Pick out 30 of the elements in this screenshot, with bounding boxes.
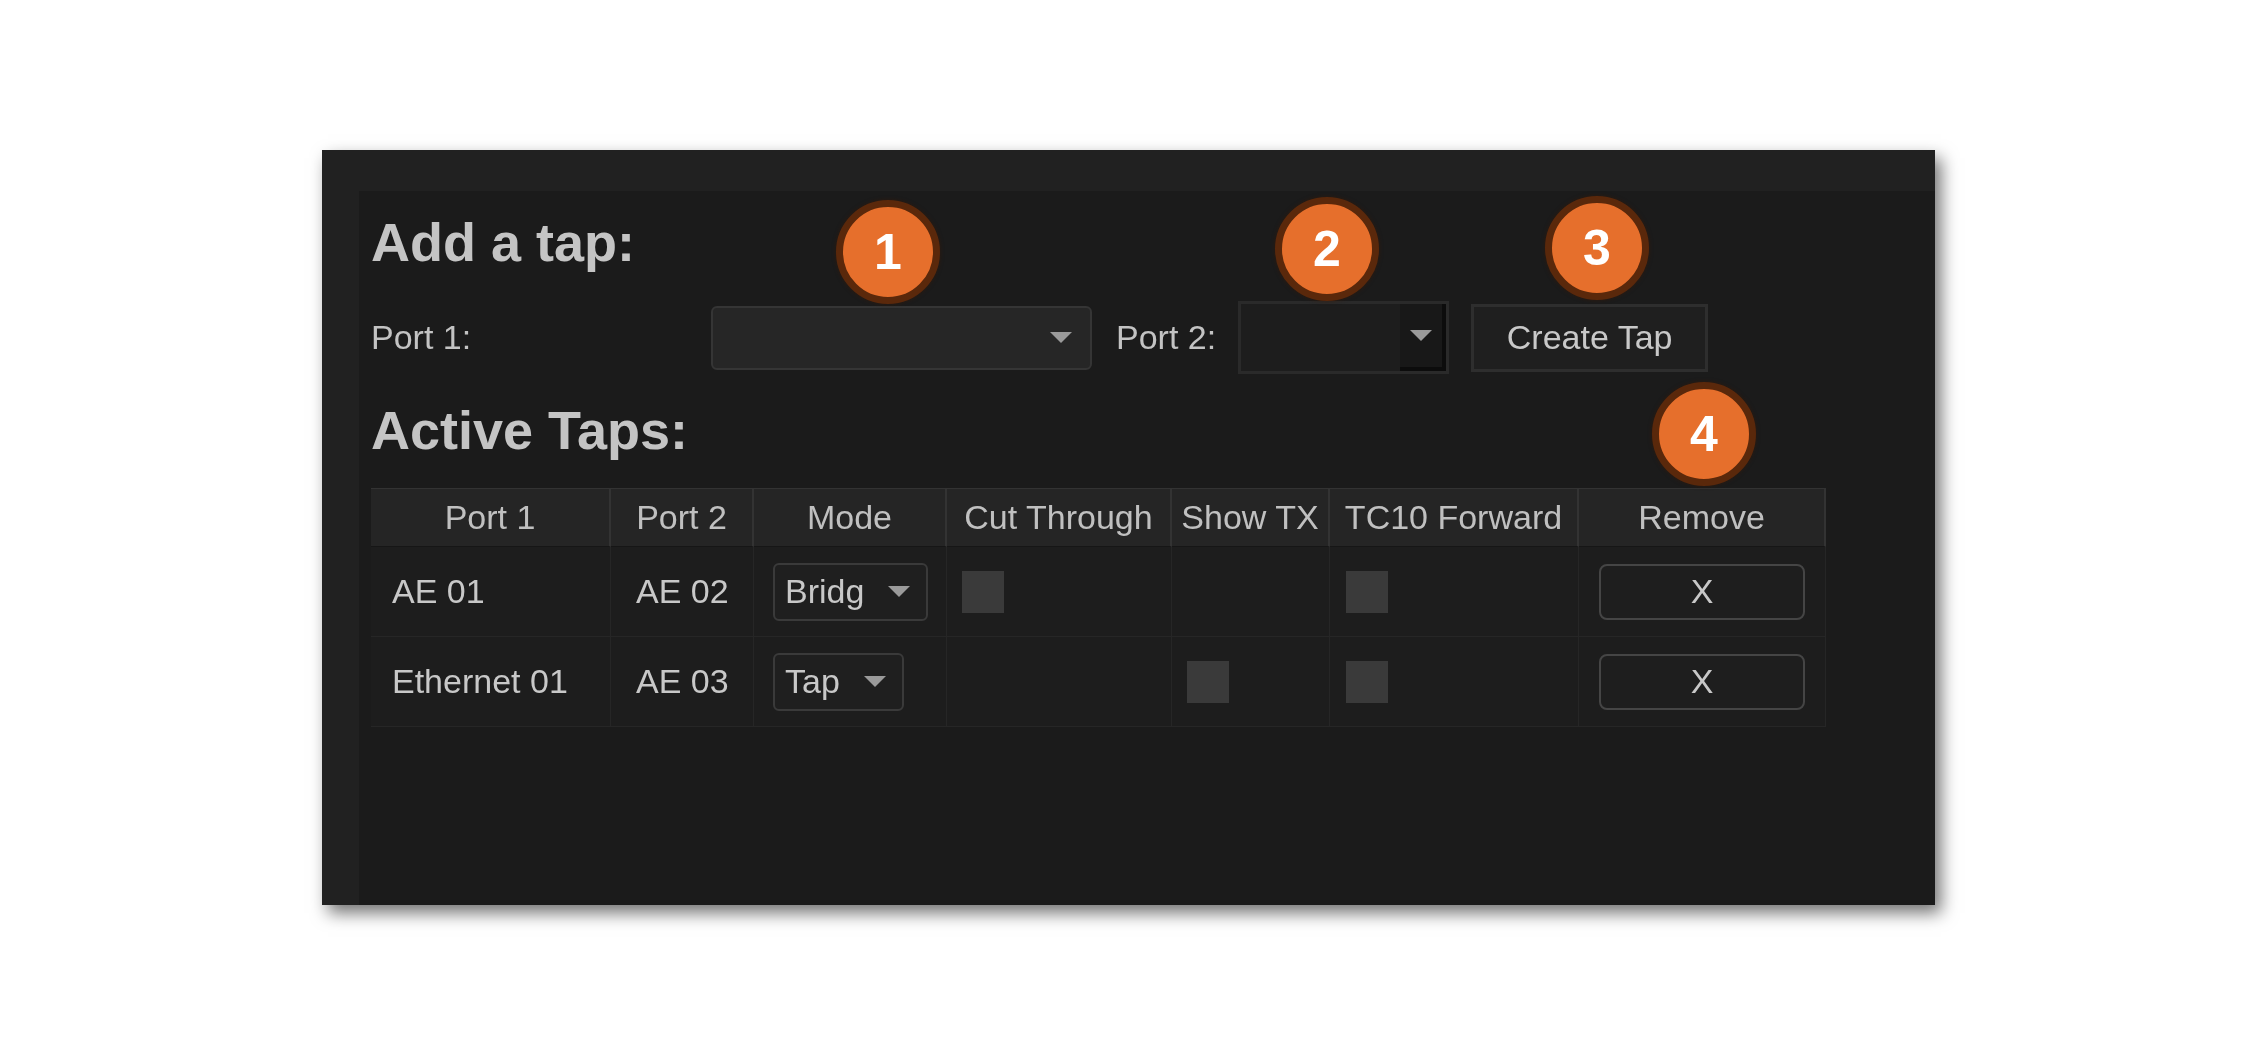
column-header: Cut Through <box>947 489 1172 547</box>
caret-icon <box>863 676 886 687</box>
caret-icon <box>1410 330 1433 341</box>
port-label: Port 1: <box>371 317 472 358</box>
checkbox[interactable] <box>1346 660 1388 703</box>
port-1-dropdown[interactable] <box>711 305 1092 370</box>
column-header: Mode <box>754 489 947 547</box>
column-header: Remove <box>1579 489 1826 547</box>
remove-button[interactable]: X <box>1599 653 1805 710</box>
caret-icon <box>888 586 911 597</box>
dropdown-arrow-button[interactable] <box>1400 304 1447 371</box>
checkbox[interactable] <box>1346 570 1388 613</box>
table-cell: Ethernet 01 <box>371 637 611 727</box>
column-header: Port 2 <box>611 489 754 547</box>
mode-dropdown[interactable]: Bridg <box>773 562 929 621</box>
table-cell: AE 01 <box>371 547 611 637</box>
checkbox[interactable] <box>1187 660 1229 703</box>
port-label: Port 2: <box>1116 317 1217 358</box>
table-cell: AE 02 <box>611 547 754 637</box>
create-tap-button[interactable]: Create Tap <box>1471 303 1709 372</box>
table-cell: AE 03 <box>611 637 754 727</box>
checkbox[interactable] <box>962 570 1004 613</box>
remove-button[interactable]: X <box>1599 563 1805 620</box>
column-header: Show TX <box>1172 489 1330 547</box>
mode-dropdown[interactable]: Tap <box>773 652 904 711</box>
column-header: TC10 Forward <box>1330 489 1579 547</box>
section-heading: Active Taps: <box>371 399 689 461</box>
section-heading: Add a tap: <box>371 211 635 273</box>
column-header: Port 1 <box>371 489 611 547</box>
caret-icon <box>1050 332 1072 343</box>
